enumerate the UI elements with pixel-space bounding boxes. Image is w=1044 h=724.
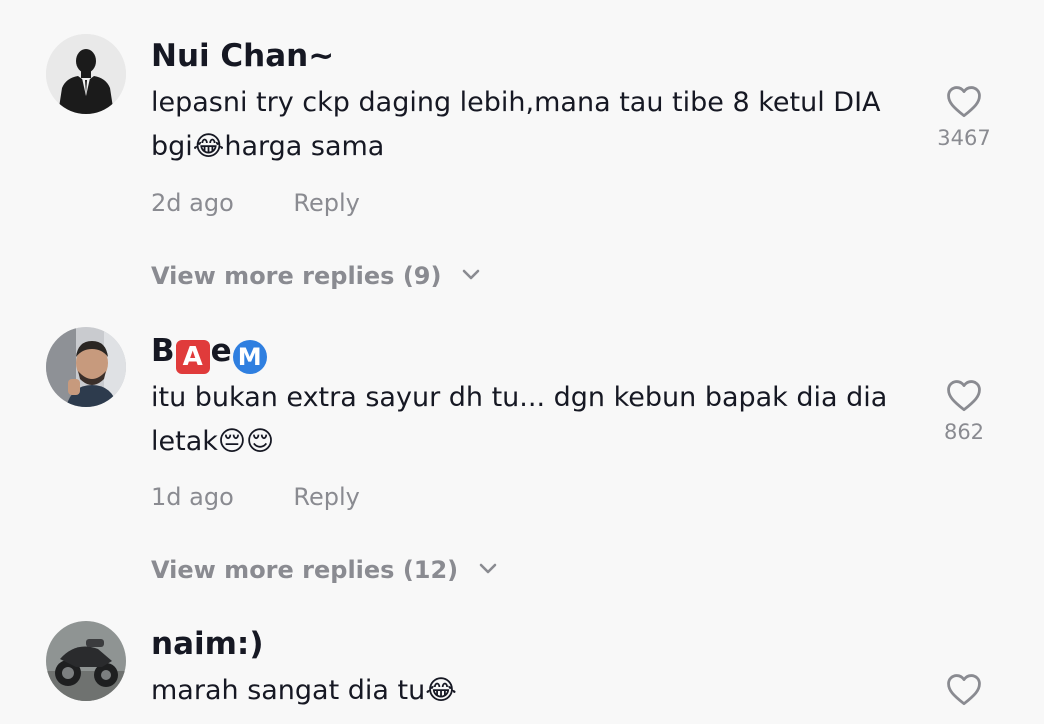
- avatar[interactable]: [46, 327, 126, 407]
- comment-text-line: marah sangat dia tu😂: [151, 675, 457, 706]
- chevron-down-icon: [479, 563, 496, 574]
- comment-text-line: letak😔😌: [151, 426, 275, 457]
- comment-list: Nui Chan~ lepasni try ckp daging lebih,m…: [0, 0, 1044, 724]
- man-photo-avatar: [46, 327, 126, 407]
- comment-text-line: lepasni try ckp daging lebih,mana tau ti…: [151, 87, 881, 118]
- avatar[interactable]: [46, 621, 126, 701]
- comment-text: itu bukan extra sayur dh tu... dgn kebun…: [151, 376, 921, 464]
- reply-button[interactable]: Reply: [293, 189, 359, 217]
- like-button[interactable]: 3467: [926, 84, 1002, 150]
- reply-button[interactable]: Reply: [293, 483, 359, 511]
- view-more-replies-label: View more replies (9): [151, 262, 442, 290]
- emoji-m-circle: M: [232, 340, 267, 374]
- chevron-down-icon: [462, 269, 480, 280]
- username-part: B: [151, 333, 175, 369]
- comment-text-line: itu bukan extra sayur dh tu... dgn kebun…: [151, 382, 888, 413]
- comment-meta: 1d ago Reply: [151, 482, 360, 512]
- heart-outline-icon: [947, 86, 981, 118]
- avatar[interactable]: [46, 34, 126, 114]
- like-count: 3467: [937, 126, 991, 150]
- heart-outline-icon: [947, 674, 981, 706]
- motorcycle-photo-avatar: [46, 621, 126, 701]
- comment-text: lepasni try ckp daging lebih,mana tau ti…: [151, 81, 921, 169]
- comment-text: marah sangat dia tu😂: [151, 669, 921, 713]
- like-button[interactable]: [926, 672, 1002, 706]
- suit-silhouette-avatar: [46, 34, 126, 114]
- timestamp: 1d ago: [151, 483, 234, 511]
- comment-text-line: bgi😂harga sama: [151, 131, 385, 162]
- like-count: 862: [943, 420, 985, 444]
- timestamp: 2d ago: [151, 189, 234, 217]
- view-more-replies-button[interactable]: View more replies (12): [151, 555, 497, 585]
- heart-outline-icon: [947, 380, 981, 412]
- comment-meta: 2d ago Reply: [151, 188, 360, 218]
- username-part: e: [210, 333, 232, 369]
- view-more-replies-label: View more replies (12): [151, 556, 459, 584]
- like-button[interactable]: 862: [926, 378, 1002, 444]
- username[interactable]: Nui Chan~: [151, 36, 334, 76]
- emoji-a-button: A: [175, 340, 210, 374]
- view-more-replies-button[interactable]: View more replies (9): [151, 261, 480, 291]
- username[interactable]: BAeM: [151, 331, 267, 374]
- username[interactable]: naim:): [151, 624, 263, 664]
